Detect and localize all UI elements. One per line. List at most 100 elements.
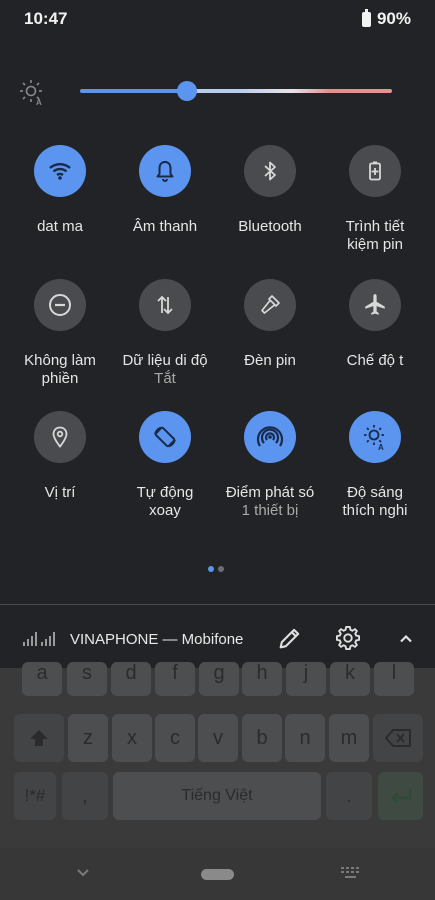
- do-not-disturb-icon: [49, 294, 71, 316]
- bell-icon: [156, 161, 174, 182]
- key-x[interactable]: x: [112, 714, 152, 762]
- key-comma[interactable]: ,: [62, 772, 108, 820]
- key-shift[interactable]: [14, 714, 64, 762]
- home-pill[interactable]: [201, 869, 234, 880]
- key-g[interactable]: g: [199, 662, 239, 696]
- key-d[interactable]: d: [111, 662, 151, 696]
- key-j[interactable]: j: [286, 662, 326, 696]
- tile-flashlight-button[interactable]: [244, 279, 296, 331]
- key-space[interactable]: Tiếng Việt: [113, 772, 321, 820]
- status-battery: 90%: [361, 8, 411, 29]
- key-label: f: [172, 662, 178, 684]
- tile-bluetooth[interactable]: Bluetooth: [216, 145, 324, 236]
- key-n[interactable]: n: [285, 714, 325, 762]
- bluetooth-icon: [264, 161, 276, 181]
- auto-rotate-icon: [154, 426, 176, 448]
- tile-mobile-data[interactable]: Dữ liệu di độ Tắt: [111, 279, 219, 388]
- tile-auto-rotate[interactable]: Tự động xoay: [111, 411, 219, 520]
- tile-mobile-data-button[interactable]: [139, 279, 191, 331]
- key-label: m: [340, 726, 358, 749]
- adaptive-brightness-icon: A: [364, 425, 384, 451]
- signal-strength-icon: [23, 626, 63, 653]
- key-z[interactable]: z: [68, 714, 108, 762]
- page-dot-active: [208, 566, 214, 572]
- tile-mobile-data-status: Tắt: [154, 370, 176, 387]
- key-label: c: [170, 726, 180, 749]
- tile-location-label: Vị trí: [44, 484, 76, 501]
- key-label: z: [83, 726, 93, 749]
- tile-do-not-disturb[interactable]: Không làm phiền: [6, 279, 114, 388]
- backspace-icon: [385, 729, 411, 747]
- tile-wifi-button[interactable]: [34, 145, 86, 197]
- tile-airplane-mode-button[interactable]: [349, 279, 401, 331]
- edit-icon[interactable]: [276, 624, 304, 657]
- key-label: d: [125, 662, 137, 684]
- tile-auto-rotate-button[interactable]: [139, 411, 191, 463]
- key-label: x: [127, 726, 137, 749]
- tile-location-button[interactable]: [34, 411, 86, 463]
- key-symbols[interactable]: !*#: [14, 772, 56, 820]
- key-label: g: [213, 662, 225, 684]
- key-label: b: [256, 726, 268, 749]
- key-label: Tiếng Việt: [181, 787, 253, 804]
- tile-location[interactable]: Vị trí: [6, 411, 114, 502]
- key-label: h: [256, 662, 268, 684]
- brightness-auto-icon[interactable]: A: [18, 78, 46, 111]
- brightness-slider-track[interactable]: [80, 89, 392, 93]
- carrier-name: VINAPHONE — Mobifone: [70, 631, 244, 648]
- tile-sound-label: Âm thanh: [132, 218, 198, 235]
- status-bar: 10:47 90%: [0, 0, 435, 38]
- tile-do-not-disturb-label-2: phiền: [41, 370, 79, 387]
- key-m[interactable]: m: [329, 714, 369, 762]
- key-label: s: [82, 662, 92, 684]
- status-time: 10:47: [24, 9, 68, 28]
- chevron-up-icon[interactable]: [394, 627, 418, 656]
- chevron-down-icon[interactable]: [74, 864, 92, 887]
- tile-sound[interactable]: Âm thanh: [111, 145, 219, 236]
- tile-battery-saver-button[interactable]: [349, 145, 401, 197]
- key-v[interactable]: v: [198, 714, 238, 762]
- tile-adaptive-brightness[interactable]: A Độ sáng thích nghi: [321, 411, 429, 520]
- tile-battery-saver-label: Trình tiết: [345, 218, 405, 235]
- key-backspace[interactable]: [373, 714, 423, 762]
- tile-sound-button[interactable]: [139, 145, 191, 197]
- key-k[interactable]: k: [330, 662, 370, 696]
- tile-airplane-mode[interactable]: Chế độ t: [321, 279, 429, 370]
- keyboard-switch-icon[interactable]: [340, 866, 362, 887]
- tile-adaptive-brightness-label-2: thích nghi: [342, 502, 408, 519]
- key-period[interactable]: .: [326, 772, 372, 820]
- tile-bluetooth-label: Bluetooth: [238, 218, 302, 235]
- key-label: v: [213, 726, 223, 749]
- key-s[interactable]: s: [67, 662, 107, 696]
- tile-adaptive-brightness-label: Độ sáng: [347, 484, 403, 501]
- brightness-row: A: [0, 72, 435, 112]
- key-a[interactable]: a: [22, 662, 62, 696]
- tile-wifi-label: dat ma: [37, 218, 83, 235]
- battery-percent: 90%: [376, 9, 411, 28]
- settings-gear-icon[interactable]: [334, 624, 362, 657]
- shift-icon: [30, 730, 48, 746]
- key-enter[interactable]: [378, 772, 423, 820]
- key-l[interactable]: l: [374, 662, 414, 696]
- tile-auto-rotate-label-2: xoay: [149, 502, 181, 519]
- key-label: j: [303, 662, 309, 684]
- tile-battery-saver[interactable]: Trình tiết kiệm pin: [321, 145, 429, 254]
- brightness-slider-thumb[interactable]: [177, 81, 197, 101]
- tile-wifi[interactable]: dat ma: [6, 145, 114, 236]
- tile-flashlight[interactable]: Đèn pin: [216, 279, 324, 370]
- tile-do-not-disturb-button[interactable]: [34, 279, 86, 331]
- flashlight-icon: [261, 295, 280, 314]
- key-c[interactable]: c: [155, 714, 195, 762]
- tile-airplane-mode-label: Chế độ t: [346, 352, 404, 369]
- key-b[interactable]: b: [242, 714, 282, 762]
- key-label: a: [36, 662, 48, 684]
- key-h[interactable]: h: [242, 662, 282, 696]
- tile-bluetooth-button[interactable]: [244, 145, 296, 197]
- tile-hotspot[interactable]: Điểm phát só 1 thiết bị: [216, 411, 324, 520]
- tile-hotspot-status: 1 thiết bị: [241, 502, 299, 519]
- key-f[interactable]: f: [155, 662, 195, 696]
- hotspot-icon: [256, 426, 284, 447]
- key-label: k: [345, 662, 355, 684]
- tile-adaptive-brightness-button[interactable]: A: [349, 411, 401, 463]
- tile-hotspot-button[interactable]: [244, 411, 296, 463]
